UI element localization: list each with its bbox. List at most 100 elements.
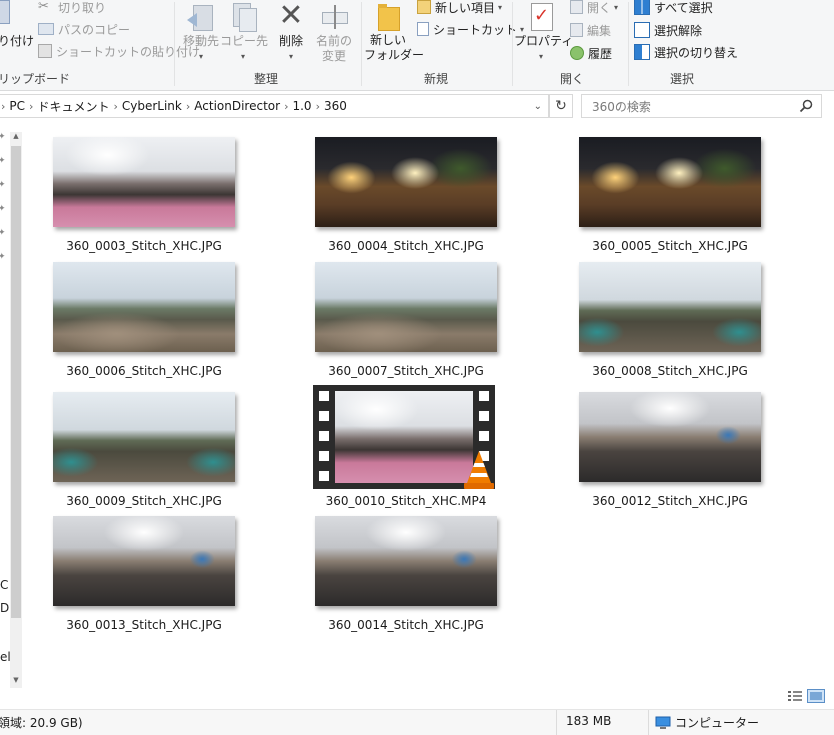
nav-scrollbar[interactable]: ▲ ▼ <box>10 132 22 688</box>
new-folder-label-line1: 新しい <box>369 33 406 47</box>
pin-icon: ✦ <box>0 252 6 262</box>
new-item-label: 新しい項目 <box>435 0 496 15</box>
breadcrumb-item[interactable]: PC <box>9 99 25 113</box>
search-box[interactable]: 360の検索 <box>581 94 822 118</box>
chevron-right-icon[interactable]: › <box>284 100 288 113</box>
move-to-icon <box>187 3 215 31</box>
file-name: 360_0006_Stitch_XHC.JPG <box>66 364 222 378</box>
new-item-button[interactable]: 新しい項目 ▾ <box>417 0 502 17</box>
properties-icon: ✓ <box>529 3 553 31</box>
image-thumbnail <box>53 392 235 482</box>
ribbon: り付け ✂ 切り取り パスのコピー ショートカットの貼り付け リップボード 移動… <box>0 0 834 91</box>
delete-button[interactable]: ✕ 削除 ▾ <box>272 0 310 64</box>
breadcrumb-item[interactable]: ActionDirector <box>194 99 280 113</box>
refresh-button[interactable]: ↻ <box>549 94 573 118</box>
rename-label-line1: 名前の <box>315 34 352 48</box>
shortcut-button[interactable]: ショートカット ▾ <box>417 19 524 39</box>
invert-selection-icon <box>634 44 650 60</box>
delete-x-icon: ✕ <box>278 0 304 33</box>
breadcrumb-item[interactable]: 360 <box>324 99 347 113</box>
file-name: 360_0004_Stitch_XHC.JPG <box>328 239 484 253</box>
history-icon <box>570 46 584 60</box>
breadcrumb-item[interactable]: CyberLink <box>122 99 182 113</box>
chevron-down-icon[interactable]: ⌄ <box>534 101 542 112</box>
move-to-button[interactable]: 移動先 ▾ <box>178 0 224 64</box>
chevron-right-icon[interactable]: › <box>186 100 190 113</box>
rename-button[interactable]: 名前の 変更 <box>312 0 356 64</box>
nav-item-fragment[interactable]: D <box>0 601 9 615</box>
select-all-label: すべて選択 <box>654 0 713 15</box>
details-view-icon[interactable] <box>787 689 803 703</box>
file-list: 360_0003_Stitch_XHC.JPG 360_0004_Stitch_… <box>24 122 834 688</box>
select-all-button[interactable]: すべて選択 <box>634 0 713 17</box>
file-name: 360_0010_Stitch_XHC.MP4 <box>325 494 487 508</box>
view-switcher <box>787 689 833 705</box>
new-folder-label-line2: フォルダー <box>364 48 425 62</box>
image-thumbnail <box>315 137 497 227</box>
scissors-icon: ✂ <box>38 0 49 14</box>
address-bar[interactable]: › PC › ドキュメント › CyberLink › ActionDirect… <box>0 94 549 118</box>
breadcrumb-item[interactable]: 1.0 <box>292 99 311 113</box>
copy-to-icon <box>229 3 257 32</box>
select-none-label: 選択解除 <box>654 23 703 38</box>
scroll-thumb[interactable] <box>11 146 21 618</box>
image-thumbnail <box>53 137 235 227</box>
group-divider <box>628 2 629 86</box>
search-icon[interactable] <box>799 99 813 113</box>
nav-item-fragment[interactable]: C <box>0 578 8 592</box>
chevron-right-icon[interactable]: › <box>29 100 33 113</box>
paste-icon <box>0 0 10 24</box>
properties-button[interactable]: ✓ プロパティ ▾ <box>514 0 574 64</box>
status-bar: 領域: 20.9 GB) 183 MB コンピューター <box>0 709 834 735</box>
open-button[interactable]: 開く ▾ <box>570 0 618 17</box>
selected-size-text: 183 MB <box>566 714 612 728</box>
scroll-down-arrow-icon[interactable]: ▼ <box>11 676 21 684</box>
image-thumbnail <box>579 392 761 482</box>
breadcrumb-item[interactable]: ドキュメント <box>37 98 109 115</box>
image-thumbnail <box>315 262 497 352</box>
paste-label: り付け <box>0 34 35 48</box>
file-name: 360_0013_Stitch_XHC.JPG <box>66 618 222 632</box>
chevron-right-icon[interactable]: › <box>316 100 320 113</box>
copy-path-button[interactable]: パスのコピー <box>38 19 130 39</box>
rename-icon <box>320 3 348 31</box>
new-folder-button[interactable]: 新しい フォルダー <box>364 0 425 63</box>
new-group-label: 新規 <box>424 72 449 86</box>
paste-button[interactable]: り付け <box>0 0 35 50</box>
folder-icon <box>376 3 400 31</box>
open-icon <box>570 0 583 14</box>
scroll-up-arrow-icon[interactable]: ▲ <box>11 132 21 140</box>
free-space-text: 領域: 20.9 GB) <box>0 716 83 730</box>
edit-icon <box>570 23 583 37</box>
edit-label: 編集 <box>587 23 612 38</box>
copy-path-icon <box>38 23 54 35</box>
file-name: 360_0005_Stitch_XHC.JPG <box>592 239 748 253</box>
invert-selection-button[interactable]: 選択の切り替え <box>634 42 738 62</box>
delete-label: 削除 <box>278 34 303 48</box>
clipboard-group-label: リップボード <box>0 72 71 86</box>
move-to-label: 移動先 <box>182 34 219 48</box>
edit-button[interactable]: 編集 <box>570 20 611 40</box>
search-placeholder: 360の検索 <box>592 99 651 114</box>
properties-label: プロパティ <box>514 34 574 48</box>
address-row: › PC › ドキュメント › CyberLink › ActionDirect… <box>0 91 834 121</box>
select-none-icon <box>634 22 650 38</box>
chevron-right-icon[interactable]: › <box>113 100 117 113</box>
open-label: 開く <box>587 0 612 15</box>
pin-icon: ✦ <box>0 204 6 214</box>
select-group-label: 選択 <box>670 72 695 86</box>
paste-shortcut-button[interactable]: ショートカットの貼り付け <box>38 41 200 61</box>
select-none-button[interactable]: 選択解除 <box>634 20 702 40</box>
copy-to-button[interactable]: コピー先 ▾ <box>220 0 269 64</box>
computer-label: コンピューター <box>675 716 760 730</box>
file-name: 360_0008_Stitch_XHC.JPG <box>592 364 748 378</box>
cut-button[interactable]: ✂ 切り取り <box>38 0 106 17</box>
large-icons-view-icon[interactable] <box>807 689 825 703</box>
image-thumbnail <box>579 137 761 227</box>
pin-icon: ✦ <box>0 180 6 190</box>
history-button[interactable]: 履歴 <box>570 43 612 63</box>
organize-group-label: 整理 <box>254 72 279 86</box>
copy-to-label: コピー先 <box>220 34 269 48</box>
chevron-right-icon: › <box>1 99 6 113</box>
group-divider <box>174 2 175 86</box>
